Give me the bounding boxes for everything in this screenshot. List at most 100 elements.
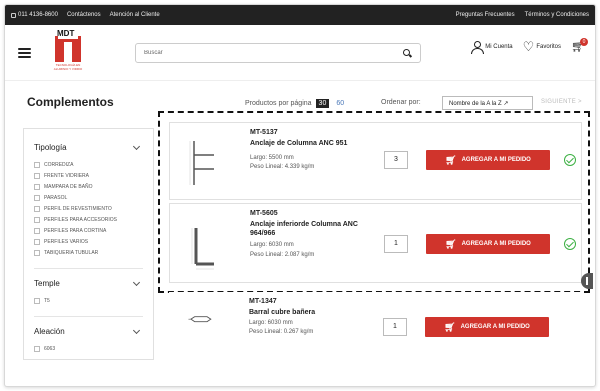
filter-header[interactable]: Tipología: [34, 142, 143, 152]
cart-icon: 🛒︎: [445, 238, 457, 249]
filter-title: Tipología: [34, 143, 67, 152]
faq-link[interactable]: Preguntas Frecuentes: [456, 12, 515, 18]
filter-title: Temple: [34, 279, 60, 288]
checkbox[interactable]: [34, 227, 40, 234]
per-page-option-30[interactable]: 30: [315, 99, 330, 108]
checkbox[interactable]: [34, 161, 40, 168]
quantity-input[interactable]: 1: [384, 235, 408, 253]
filter-option[interactable]: 6063: [34, 343, 143, 354]
account-label: Mi Cuenta: [485, 44, 513, 50]
phone-number: 011 4136-8600: [18, 12, 58, 18]
filter-option-label: PERFILES PARA ACCESORIOS: [44, 216, 117, 223]
customer-service-link[interactable]: Atención al Cliente: [110, 12, 160, 18]
per-page-label: Productos por página: [245, 100, 312, 107]
site-logo[interactable]: MDT TECNOLOGÍA EN ALUMINIO Y VIDRIO: [53, 29, 83, 77]
product-length: Largo: 5500 mm: [250, 155, 294, 161]
quantity-input[interactable]: 3: [384, 151, 408, 169]
product-weight: Peso Lineal: 4.339 kg/m: [250, 164, 315, 170]
filter-option-label: FRENTE VIDRIERA: [44, 172, 90, 179]
filter-option[interactable]: T5: [34, 295, 143, 306]
terms-link[interactable]: Términos y Condiciones: [525, 12, 589, 18]
product-card: MT-5605 Anclaje inferiorde Columna ANC 9…: [169, 203, 582, 283]
phone-link[interactable]: 011 4136-8600: [11, 12, 58, 18]
checkbox[interactable]: [34, 205, 40, 212]
checkbox[interactable]: [34, 216, 40, 223]
logo-mark: [55, 36, 81, 62]
checkbox[interactable]: [34, 194, 40, 201]
cart-icon: 🛒︎: [444, 321, 456, 332]
product-code: MT-5605: [250, 210, 278, 217]
product-image: [188, 316, 212, 323]
per-page-selector: Productos por página 30 60: [245, 99, 347, 108]
filter-option[interactable]: FRENTE VIDRIERA: [34, 170, 143, 181]
product-image: [189, 141, 214, 185]
filter-option-label: PARASOL: [44, 194, 68, 201]
page-title: Complementos: [27, 95, 114, 109]
filter-header[interactable]: Temple: [34, 278, 143, 288]
product-weight: Peso Lineal: 0.267 kg/m: [249, 329, 314, 335]
filter-option[interactable]: MAMPARA DE BAÑO: [34, 181, 143, 192]
cart-count-badge: 0: [580, 38, 588, 46]
next-page-button[interactable]: SIGUIENTE >: [541, 99, 582, 105]
checkbox[interactable]: [34, 238, 40, 245]
filter-option-label: PERFILES PARA CORTINA: [44, 227, 107, 234]
checkbox[interactable]: [34, 297, 40, 304]
add-to-order-button[interactable]: 🛒︎ AGREGAR A MI PEDIDO: [426, 150, 550, 170]
browser-frame: 011 4136-8600 Contáctenos Atención al Cl…: [4, 4, 596, 387]
product-name[interactable]: Anclaje inferiorde Columna ANC 964/966: [250, 220, 368, 238]
filter-option-label: 6063: [44, 345, 56, 352]
filter-option[interactable]: TABIQUERIA TUBULAR: [34, 247, 143, 258]
check-icon: [564, 154, 576, 166]
per-page-option-60[interactable]: 60: [333, 99, 347, 108]
filter-group-temple: Temple T5: [34, 278, 143, 306]
add-to-order-label: AGREGAR A MI PEDIDO: [461, 157, 531, 163]
product-card: MT-5137 Anclaje de Columna ANC 951 Largo…: [169, 122, 582, 200]
heart-icon: ♡: [522, 39, 535, 54]
filter-option[interactable]: PERFILES PARA ACCESORIOS: [34, 214, 143, 225]
check-icon: [564, 238, 576, 250]
product-code: MT-5137: [250, 129, 278, 136]
product-name[interactable]: Anclaje de Columna ANC 951: [250, 139, 368, 148]
product-name[interactable]: Barral cubre bañera: [249, 308, 367, 317]
filter-group-aleacion: Aleación 6063: [34, 326, 143, 354]
product-card: MT-1347 Barral cubre bañera Largo: 6030 …: [169, 292, 582, 370]
filter-option[interactable]: PERFILES PARA CORTINA: [34, 225, 143, 236]
checkbox[interactable]: [34, 249, 40, 256]
quantity-input[interactable]: 1: [383, 318, 407, 336]
product-weight: Peso Lineal: 2.087 kg/m: [250, 252, 315, 258]
filter-option[interactable]: PARASOL: [34, 192, 143, 203]
order-label: Ordenar por:: [381, 99, 421, 106]
add-to-order-button[interactable]: 🛒︎ AGREGAR A MI PEDIDO: [425, 317, 549, 337]
search-icon[interactable]: [403, 48, 412, 58]
checkbox[interactable]: [34, 183, 40, 190]
favorites-label: Favoritos: [536, 44, 561, 50]
cart-button[interactable]: 🛒︎ 0: [571, 38, 588, 53]
chevron-down-icon: [132, 278, 141, 286]
filter-option-label: TABIQUERIA TUBULAR: [44, 249, 99, 256]
order-select[interactable]: Nombre de la A la Z ↗: [442, 96, 533, 110]
product-length: Largo: 6030 mm: [249, 320, 293, 326]
chevron-down-icon: [132, 142, 141, 150]
filter-option[interactable]: PERFIL DE REVESTIMIENTO: [34, 203, 143, 214]
contact-link[interactable]: Contáctenos: [67, 12, 101, 18]
favorites-button[interactable]: ♡ Favoritos: [522, 39, 561, 54]
add-to-order-button[interactable]: 🛒︎ AGREGAR A MI PEDIDO: [426, 234, 550, 254]
menu-icon[interactable]: [18, 47, 31, 58]
search-input[interactable]: [144, 50, 403, 56]
top-bar: 011 4136-8600 Contáctenos Atención al Cl…: [5, 5, 595, 25]
filter-option-label: PERFILES VARIOS: [44, 238, 89, 245]
filter-option-label: CORREDIZA: [44, 161, 74, 168]
filter-option[interactable]: CORREDIZA: [34, 159, 143, 170]
filter-option[interactable]: PERFILES VARIOS: [34, 236, 143, 247]
product-length: Largo: 6030 mm: [250, 242, 294, 248]
scroll-handle[interactable]: [581, 273, 593, 289]
filter-group-tipologia: Tipología CORREDIZA FRENTE VIDRIERA MAMP…: [34, 142, 143, 258]
checkbox[interactable]: [34, 345, 40, 352]
search-box: [135, 43, 421, 63]
filter-header[interactable]: Aleación: [34, 326, 143, 336]
filter-title: Aleación: [34, 327, 65, 336]
logo-subtitle: TECNOLOGÍA EN ALUMINIO Y VIDRIO: [53, 63, 83, 71]
checkbox[interactable]: [34, 172, 40, 179]
phone-icon: [11, 12, 16, 18]
account-button[interactable]: Mi Cuenta: [471, 41, 513, 54]
